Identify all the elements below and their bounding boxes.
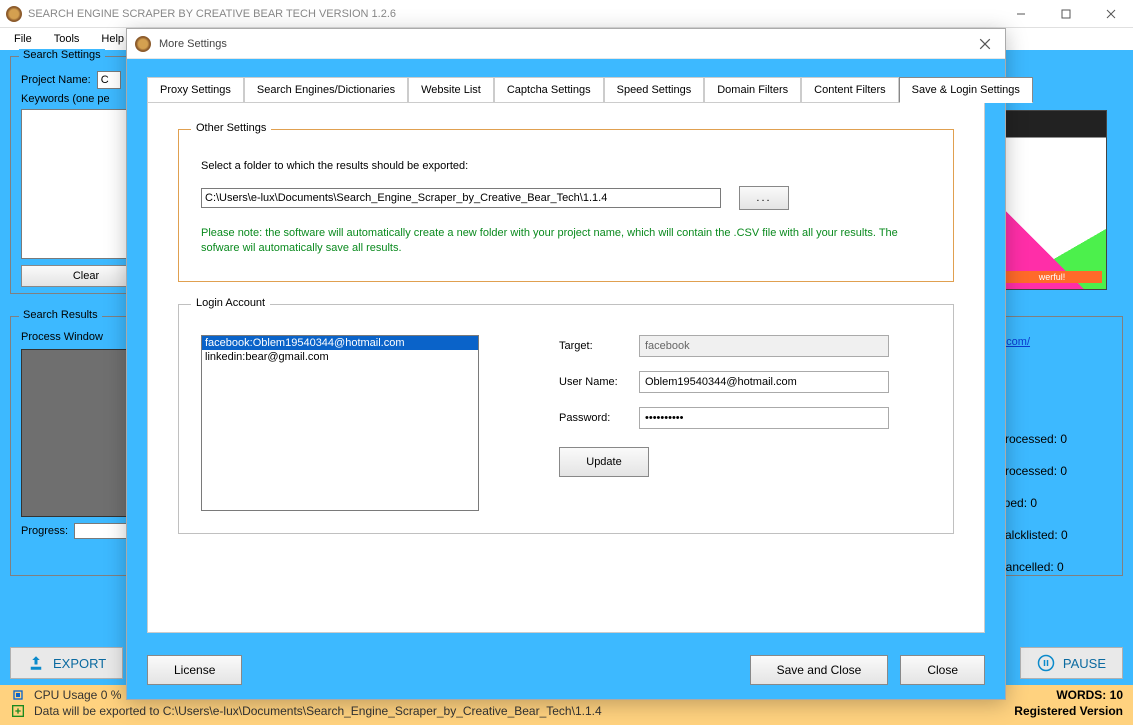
menu-help[interactable]: Help (97, 31, 128, 47)
save-close-button[interactable]: Save and Close (750, 655, 889, 685)
account-item-facebook[interactable]: facebook:Oblem19540344@hotmail.com (202, 336, 478, 350)
target-label: Target: (559, 340, 629, 352)
pause-icon (1037, 654, 1055, 672)
registered-label: Registered Version (1014, 704, 1123, 718)
cpu-usage: CPU Usage 0 % (34, 688, 121, 702)
more-settings-dialog: More Settings Proxy Settings Search Engi… (126, 28, 1006, 700)
password-input[interactable] (639, 407, 889, 429)
export-folder-input[interactable] (201, 188, 721, 208)
search-settings-legend: Search Settings (19, 49, 105, 61)
stat-processed-2: Processed: 0 (997, 464, 1117, 478)
dialog-titlebar: More Settings (127, 29, 1005, 59)
tab-speed[interactable]: Speed Settings (604, 77, 705, 103)
export-path: Data will be exported to C:\Users\e-lux\… (34, 704, 602, 718)
words-count: WORDS: 10 (1056, 688, 1123, 702)
export-label: EXPORT (53, 656, 106, 671)
menu-tools[interactable]: Tools (50, 31, 84, 47)
account-item-linkedin[interactable]: linkedin:bear@gmail.com (202, 350, 478, 364)
other-settings-fieldset: Other Settings Select a folder to which … (178, 129, 954, 282)
password-label: Password: (559, 412, 629, 424)
account-list[interactable]: facebook:Oblem19540344@hotmail.com linke… (201, 335, 479, 511)
settings-tabs: Proxy Settings Search Engines/Dictionari… (147, 77, 985, 103)
bear-icon (6, 6, 22, 22)
tab-engines[interactable]: Search Engines/Dictionaries (244, 77, 408, 103)
tab-domain[interactable]: Domain Filters (704, 77, 801, 103)
stat-processed-1: Processed: 0 (997, 432, 1117, 446)
username-input[interactable] (639, 371, 889, 393)
stat-blacklisted: Balcklisted: 0 (997, 528, 1117, 542)
main-window-titlebar: SEARCH ENGINE SCRAPER BY CREATIVE BEAR T… (0, 0, 1133, 28)
export-icon (10, 703, 26, 719)
search-results-legend: Search Results (19, 309, 102, 321)
dialog-footer: License Save and Close Close (147, 655, 985, 685)
project-name-label: Project Name: (21, 74, 91, 86)
promo-banner: werful! (1002, 271, 1102, 283)
other-settings-legend: Other Settings (191, 122, 271, 134)
export-folder-label: Select a folder to which the results sho… (201, 160, 931, 172)
minimize-button[interactable] (998, 0, 1043, 28)
pause-label: PAUSE (1063, 656, 1106, 671)
bear-icon (135, 36, 151, 52)
close-icon (979, 38, 991, 50)
window-title: SEARCH ENGINE SCRAPER BY CREATIVE BEAR T… (28, 8, 396, 20)
stat-cancelled: Cancelled: 0 (997, 560, 1117, 574)
keywords-label: Keywords (one pe (21, 93, 110, 105)
close-button[interactable] (1088, 0, 1133, 28)
pause-button[interactable]: PAUSE (1020, 647, 1123, 679)
update-button[interactable]: Update (559, 447, 649, 477)
dialog-title: More Settings (159, 38, 227, 50)
close-button[interactable]: Close (900, 655, 985, 685)
export-button[interactable]: EXPORT (10, 647, 123, 679)
tab-proxy[interactable]: Proxy Settings (147, 77, 244, 103)
tab-website[interactable]: Website List (408, 77, 494, 103)
tab-captcha[interactable]: Captcha Settings (494, 77, 604, 103)
login-account-legend: Login Account (191, 297, 270, 309)
tab-content[interactable]: Content Filters (801, 77, 899, 103)
dialog-close-button[interactable] (965, 29, 1005, 59)
upload-icon (27, 654, 45, 672)
menu-file[interactable]: File (10, 31, 36, 47)
save-login-pane: Other Settings Select a folder to which … (147, 103, 985, 633)
login-account-fieldset: Login Account facebook:Oblem19540344@hot… (178, 304, 954, 534)
maximize-button[interactable] (1043, 0, 1088, 28)
project-name-input[interactable] (97, 71, 121, 89)
license-button[interactable]: License (147, 655, 242, 685)
promo-image: werful! (997, 110, 1107, 290)
cpu-icon (10, 687, 26, 703)
progress-label: Progress: (21, 525, 68, 537)
tab-save-login[interactable]: Save & Login Settings (899, 77, 1033, 103)
username-label: User Name: (559, 376, 629, 388)
website-link[interactable]: h.com/ (997, 336, 1117, 348)
stats-header: s (997, 402, 1117, 414)
stat-scraped: aped: 0 (997, 496, 1117, 510)
export-note: Please note: the software will automatic… (201, 226, 931, 257)
target-input (639, 335, 889, 357)
browse-button[interactable]: ... (739, 186, 789, 210)
